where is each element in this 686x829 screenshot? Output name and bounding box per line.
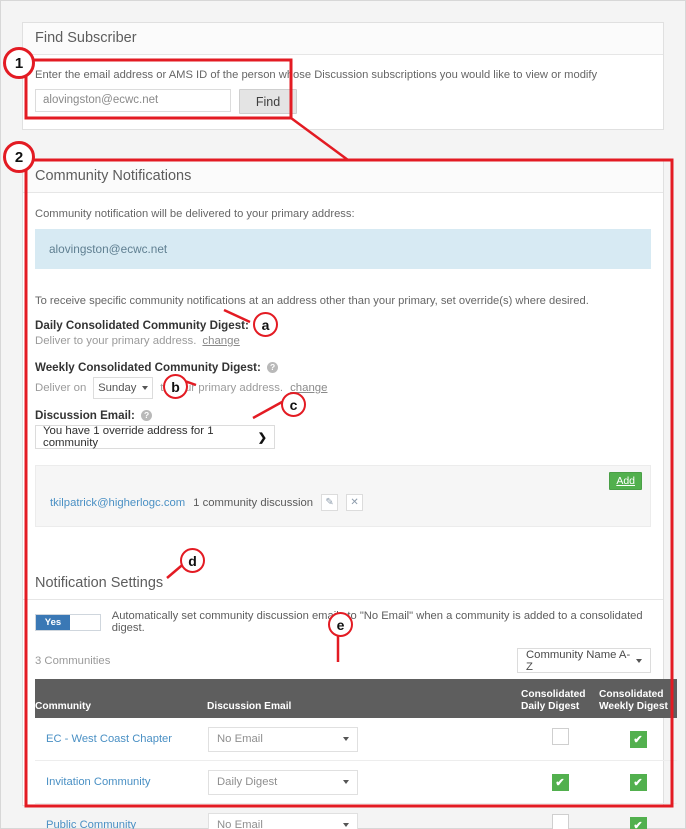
daily-digest-label: Daily Consolidated Community Digest: ? [35,319,651,332]
find-subscriber-panel: Find Subscriber Enter the email address … [22,22,664,130]
header-consolidated-daily-digest: Consolidated Daily Digest [521,679,599,718]
auto-no-email-toggle[interactable]: Yes [35,613,101,631]
weekly-digest-day-value: Sunday [98,382,137,394]
header-weekly-line2: Weekly Digest [599,700,668,712]
weekly-digest-label: Weekly Consolidated Community Digest: ? [35,361,651,374]
table-head: Community Discussion Email Consolidated … [35,679,677,718]
subscriber-email-input[interactable] [35,89,231,112]
row-community-link[interactable]: EC - West Coast Chapter [35,718,207,761]
toggle-state-label: Yes [36,614,70,630]
override-address-row: tkilpatrick@higherlogc.com 1 community d… [50,494,364,511]
row-discussion-email-cell: Daily Digest [207,760,521,804]
notification-settings-title: Notification Settings [23,567,663,600]
daily-digest-delivery-text: Deliver to your primary address. [35,335,197,347]
caret-down-icon [343,780,349,784]
daily-digest-delivery-row: Deliver to your primary address. change [35,335,651,347]
question-mark-icon[interactable]: ? [141,410,153,422]
row-weekly-digest-cell: ✔ [599,718,677,761]
weekly-digest-checkbox[interactable]: ✔ [629,817,647,829]
sort-order-select[interactable]: Community Name A-Z [517,648,651,673]
row-discussion-email-select[interactable]: No Email [208,812,358,829]
override-address-block: Add tkilpatrick@higherlogc.com 1 communi… [35,465,651,527]
caret-down-icon [636,658,642,663]
row-discussion-email-value: Daily Digest [217,776,278,788]
table-header-row: Community Discussion Email Consolidated … [35,679,677,718]
community-count: 3 Communities [35,654,111,667]
row-discussion-email-value: No Email [217,819,263,829]
discussion-email-label-text: Discussion Email: [35,409,135,422]
row-daily-digest-cell [521,718,599,761]
row-discussion-email-select[interactable]: No Email [208,726,358,752]
daily-digest-checkbox[interactable] [551,728,569,745]
chevron-down-icon: ❯ [257,431,267,444]
auto-no-email-description: Automatically set community discussion e… [111,610,643,634]
header-community: Community [35,679,207,718]
override-address-email[interactable]: tkilpatrick@higherlogc.com [50,497,185,509]
community-count-row: 3 Communities Community Name A-Z [35,648,651,673]
table-body: EC - West Coast Chapter No Email ✔ Invitati… [35,718,677,829]
discussion-email-override-value: You have 1 override address for 1 commun… [43,425,214,449]
row-community-link[interactable]: Invitation Community [35,760,207,804]
find-subscriber-instruction: Enter the email address or AMS ID of the… [35,69,598,81]
row-discussion-email-cell: No Email [207,803,521,829]
weekly-digest-change-link[interactable]: change [290,382,327,394]
close-x-icon[interactable]: ✕ [346,494,364,511]
daily-digest-checkbox[interactable] [551,814,569,829]
table-row: Public Community No Email ✔ [35,803,677,829]
discussion-email-override-select[interactable]: You have 1 override address for 1 commun… [35,425,275,449]
primary-address-banner: alovingston@ecwc.net [35,229,651,269]
daily-digest-checkbox[interactable]: ✔ [551,774,569,791]
row-weekly-digest-cell: ✔ [599,803,677,829]
auto-no-email-toggle-row: Yes Automatically set community discussi… [35,610,651,634]
table-row: Invitation Community Daily Digest ✔ ✔ [35,760,677,804]
community-notifications-panel: Community Notifications Community notifi… [22,160,677,829]
caret-down-icon [343,737,349,741]
override-address-scope: 1 community discussion [193,496,314,509]
find-subscriber-body: Enter the email address or AMS ID of the… [23,55,663,124]
row-daily-digest-cell: ✔ [521,760,599,804]
community-notifications-body: Community notification will be delivered… [23,193,677,829]
toggle-track [70,614,100,630]
row-daily-digest-cell [521,803,599,829]
caret-down-icon [343,823,349,827]
weekly-digest-checkbox[interactable]: ✔ [629,731,647,748]
header-discussion-email: Discussion Email [207,679,521,718]
caret-down-icon [142,386,149,390]
row-community-link[interactable]: Public Community [35,803,207,829]
table-row: EC - West Coast Chapter No Email ✔ [35,718,677,761]
add-override-button[interactable]: Add [609,472,642,490]
row-discussion-email-value: No Email [217,733,263,745]
daily-digest-change-link[interactable]: change [202,335,239,347]
primary-delivery-text: Community notification will be delivered… [35,208,355,220]
header-consolidated-weekly-digest: Consolidated Weekly Digest [599,679,677,718]
daily-digest-label-text: Daily Consolidated Community Digest: [35,319,249,332]
weekly-digest-prefix: Deliver on [35,382,87,394]
weekly-digest-delivery-row: Deliver on Sunday to your primary addres… [35,377,651,399]
find-subscriber-form: Find [35,89,651,114]
header-daily-line1: Consolidated [521,689,586,700]
row-weekly-digest-cell: ✔ [599,760,677,804]
row-discussion-email-cell: No Email [207,718,521,761]
pencil-icon[interactable]: ✎ [321,494,339,511]
override-instruction-text: To receive specific community notificati… [35,295,589,307]
header-daily-line2: Daily Digest [521,700,580,712]
find-subscriber-title: Find Subscriber [23,23,663,55]
weekly-digest-label-text: Weekly Consolidated Community Digest: [35,361,261,374]
row-discussion-email-select[interactable]: Daily Digest [208,769,358,795]
question-mark-icon[interactable]: ? [267,362,279,374]
weekly-digest-day-select[interactable]: Sunday [93,377,154,399]
question-mark-icon[interactable]: ? [255,320,267,332]
notification-settings-table: Community Discussion Email Consolidated … [35,679,677,829]
weekly-digest-checkbox[interactable]: ✔ [629,774,647,791]
weekly-digest-suffix: to your primary address. [160,382,284,394]
community-notifications-title: Community Notifications [23,161,663,193]
header-weekly-line1: Consolidated [599,689,664,700]
find-button[interactable]: Find [239,89,297,114]
screenshot-root: Find Subscriber Enter the email address … [0,0,686,829]
discussion-email-label: Discussion Email: ? [35,409,651,422]
sort-order-value: Community Name A-Z [526,648,631,673]
